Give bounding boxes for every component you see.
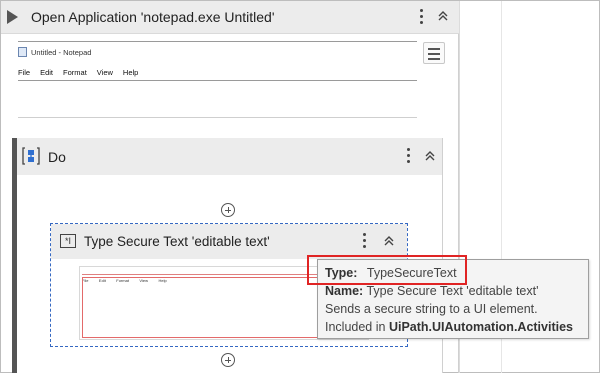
kebab-menu-icon[interactable] (363, 233, 367, 251)
collapse-chevron-icon[interactable] (437, 10, 449, 25)
notepad-app-icon (18, 47, 27, 57)
notepad-menu-item: Format (63, 68, 87, 77)
do-sequence-title: Do (48, 149, 66, 165)
tooltip-name-value: Type Secure Text 'editable text' (366, 284, 539, 298)
collapse-chevron-icon[interactable] (383, 235, 395, 250)
do-sequence-header[interactable]: Do (17, 138, 443, 175)
tooltip-name-line: Name: Type Secure Text 'editable text' (325, 284, 538, 298)
secure-text-icon: *I (60, 234, 76, 248)
kebab-menu-icon[interactable] (407, 148, 411, 166)
type-secure-text-title: Type Secure Text 'editable text' (84, 234, 270, 249)
workflow-designer: Open Application 'notepad.exe Untitled' … (0, 0, 600, 373)
hamburger-icon[interactable] (423, 42, 445, 64)
tooltip-description: Sends a secure string to a UI element. (325, 302, 538, 316)
notepad-menu-separator (18, 80, 417, 81)
tooltip-name-label: Name: (325, 284, 364, 298)
notepad-menu-item: View (96, 68, 113, 77)
notepad-title-row: Untitled - Notepad (18, 46, 91, 58)
tooltip-included-line: Included in UiPath.UIAutomation.Activiti… (325, 320, 573, 334)
notepad-window-title: Untitled - Notepad (31, 47, 92, 57)
add-activity-icon[interactable] (221, 203, 235, 217)
tooltip-included-value: UiPath.UIAutomation.Activities (388, 320, 573, 334)
notepad-screenshot-preview: Untitled - Notepad File Edit Format View… (18, 41, 417, 83)
type-highlight-annotation (307, 255, 467, 285)
section-divider (18, 117, 417, 118)
notepad-menu-item: Help (122, 68, 139, 77)
kebab-menu-icon[interactable] (420, 9, 424, 27)
sequence-icon (22, 147, 40, 165)
type-secure-text-header[interactable]: *I Type Secure Text 'editable text' (51, 224, 407, 259)
notepad-menu-bar: File Edit Format View Help (18, 68, 138, 77)
collapse-chevron-icon[interactable] (424, 150, 436, 165)
notepad-menu-item: File (18, 68, 31, 77)
open-application-title: Open Application 'notepad.exe Untitled' (31, 9, 275, 25)
play-icon[interactable] (7, 10, 18, 24)
add-activity-icon[interactable] (221, 353, 235, 367)
tooltip-included-label: Included in (325, 320, 386, 334)
open-application-header[interactable]: Open Application 'notepad.exe Untitled' (1, 1, 459, 34)
notepad-menu-item: Edit (40, 68, 54, 77)
